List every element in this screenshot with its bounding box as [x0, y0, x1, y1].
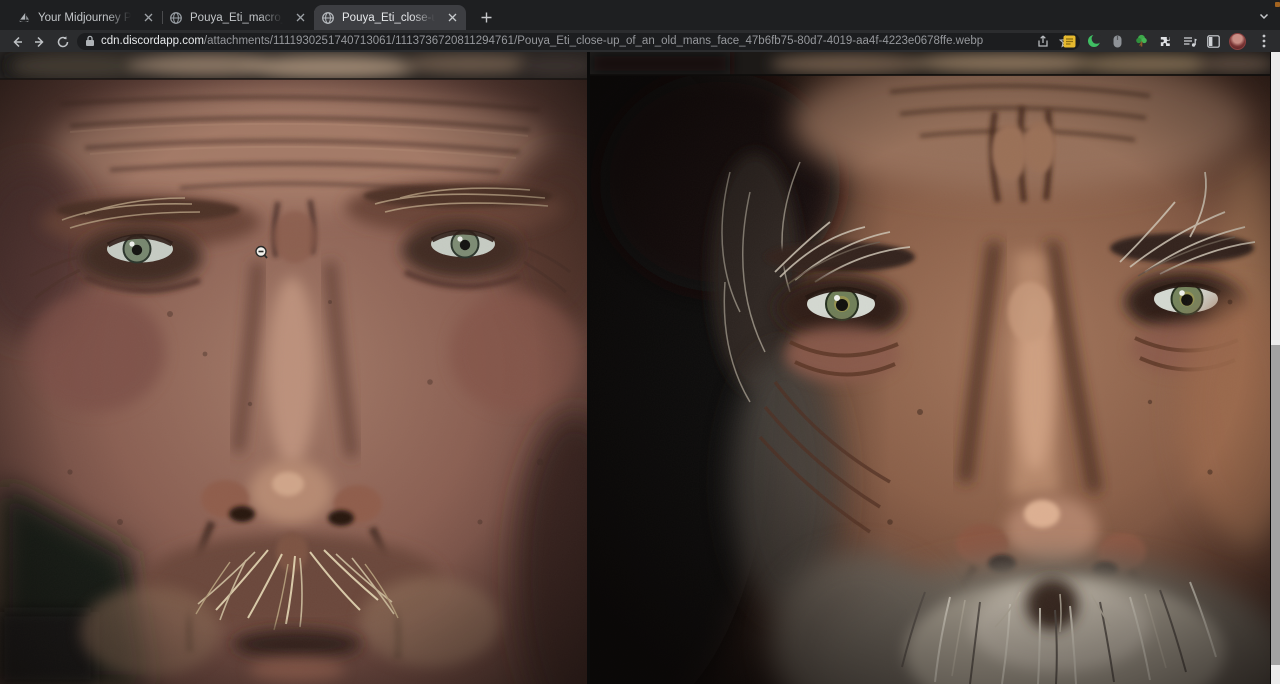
reload-button[interactable]: [54, 33, 71, 50]
address-bar[interactable]: cdn.discordapp.com/attachments/111193025…: [77, 33, 1080, 50]
browser-window: Your Midjourney Profile Pouya_Eti_macro_…: [0, 0, 1280, 684]
right-portrait-image[interactable]: [590, 52, 1270, 684]
dark-reader-moon-icon[interactable]: [1085, 33, 1102, 50]
tab-search-button[interactable]: [1258, 9, 1270, 27]
close-tab-icon[interactable]: [141, 11, 155, 25]
page-content: [0, 52, 1280, 684]
tab-title: Your Midjourney Profile: [38, 12, 134, 24]
tab-midjourney-profile[interactable]: Your Midjourney Profile: [10, 5, 162, 30]
left-portrait-image[interactable]: [0, 52, 587, 684]
tab-title: Pouya_Eti_macro_photo_of_a: [190, 12, 286, 24]
side-panel-icon[interactable]: [1205, 33, 1222, 50]
mouse-extension-icon[interactable]: [1109, 33, 1126, 50]
close-tab-icon[interactable]: [445, 11, 459, 25]
notes-extension-icon[interactable]: [1061, 33, 1078, 50]
new-tab-button[interactable]: [474, 5, 498, 29]
tree-extension-icon[interactable]: [1133, 33, 1150, 50]
url-text: cdn.discordapp.com/attachments/111193025…: [101, 35, 1031, 47]
tab-close-up-active[interactable]: Pouya_Eti_close-up_of_an_ol: [314, 5, 466, 30]
tab-title: Pouya_Eti_close-up_of_an_ol: [342, 12, 438, 24]
extensions-puzzle-icon[interactable]: [1157, 33, 1174, 50]
url-domain: cdn.discordapp.com: [101, 35, 204, 47]
tab-strip: Your Midjourney Profile Pouya_Eti_macro_…: [0, 0, 1280, 30]
globe-icon: [321, 11, 335, 25]
media-list-icon[interactable]: [1181, 33, 1198, 50]
profile-avatar[interactable]: [1229, 33, 1246, 50]
forward-button[interactable]: [31, 33, 48, 50]
back-icon: [10, 35, 24, 49]
plus-icon: [480, 11, 493, 24]
share-icon[interactable]: [1037, 35, 1049, 48]
browser-menu-button[interactable]: [1256, 33, 1272, 49]
lock-icon[interactable]: [85, 35, 95, 47]
browser-toolbar: cdn.discordapp.com/attachments/111193025…: [0, 30, 1280, 52]
scrollbar-thumb[interactable]: [1271, 345, 1280, 665]
vertical-scrollbar[interactable]: [1271, 52, 1280, 684]
extensions-row: [1061, 33, 1246, 50]
back-button[interactable]: [8, 33, 25, 50]
tab-macro-photo[interactable]: Pouya_Eti_macro_photo_of_a: [162, 5, 314, 30]
close-tab-icon[interactable]: [293, 11, 307, 25]
reload-icon: [56, 35, 70, 49]
url-path: /attachments/1111930251740713061/1113736…: [204, 35, 983, 47]
chevron-down-icon: [1258, 10, 1270, 22]
forward-icon: [33, 35, 47, 49]
kebab-menu-icon: [1262, 34, 1266, 48]
corner-indicator: [1275, 2, 1280, 7]
globe-icon: [169, 11, 183, 25]
midjourney-logo-icon: [17, 11, 31, 25]
